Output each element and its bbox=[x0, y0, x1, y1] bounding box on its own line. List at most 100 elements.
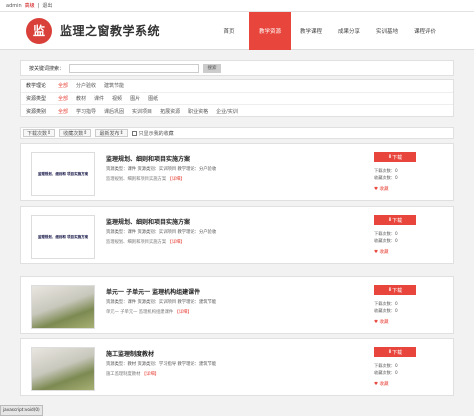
filter-option[interactable]: 教材 bbox=[76, 95, 86, 102]
download-label: 下载 bbox=[392, 217, 403, 224]
filter-option[interactable]: 图纸 bbox=[148, 95, 158, 102]
detail-link[interactable]: 【详细】 bbox=[168, 240, 185, 245]
sort-arrow-icon: ⇕ bbox=[83, 130, 88, 136]
download-count: 下载次数：0 bbox=[374, 301, 398, 306]
filter-option[interactable]: 全部 bbox=[58, 82, 68, 89]
favorite-label: 收藏 bbox=[379, 187, 389, 192]
only-favorites-label: 只显示我的收藏 bbox=[138, 130, 174, 137]
status-bar: javascript:void(0) bbox=[0, 405, 43, 416]
resource-summary-text: 施工监理制度教材 bbox=[106, 372, 141, 377]
filter-panel: 教学理论 全部 分户验收 建筑节能 资源类型 全部 教材 课件 视频 图片 图纸 资源类别 全部 学习指导… bbox=[20, 79, 454, 117]
main-nav: 首页 教学资源 教学课程 成果分享 实训基地 课程评价 bbox=[210, 12, 444, 50]
filter-option[interactable]: 企业/实训 bbox=[216, 108, 238, 115]
nav-item[interactable]: 实训基地 bbox=[368, 12, 406, 50]
download-count: 下载次数：0 bbox=[374, 363, 398, 368]
filter-option[interactable]: 职业资格 bbox=[188, 108, 208, 115]
download-label: 下载 bbox=[392, 287, 403, 294]
detail-link[interactable]: 【详细】 bbox=[142, 372, 159, 377]
resource-meta: 资源类型：课件 资源类别：实训项目 教学理论：分户验收 bbox=[106, 167, 217, 172]
sort-bar: 下载次数 ⇕ 收藏次数 ⇕ 最新发布 ⇕ 只显示我的收藏 bbox=[20, 127, 454, 139]
nav-item[interactable]: 课程评价 bbox=[406, 12, 444, 50]
nav-item[interactable]: 教学资源 bbox=[249, 12, 291, 50]
resource-title[interactable]: 单元一 子单元一 监理机构组建课件 bbox=[106, 287, 200, 296]
search-button[interactable]: 搜索 bbox=[203, 63, 222, 73]
favorite-label: 收藏 bbox=[379, 382, 389, 387]
resource-item: 施工监理制度教材 资源类型：教材 资源类别：学习指导 教学理论：建筑节能 施工监理制… bbox=[20, 338, 454, 396]
resource-meta: 资源类型：教材 资源类别：学习指导 教学理论：建筑节能 bbox=[106, 362, 217, 367]
resource-summary-text: 监理规划、细则和项目实施方案 bbox=[106, 177, 167, 182]
sort-label: 最新发布 bbox=[99, 130, 120, 137]
favorite-button[interactable]: ♥ 收藏 bbox=[374, 319, 388, 325]
only-favorites-filter[interactable]: 只显示我的收藏 bbox=[131, 130, 174, 137]
filter-option[interactable]: 课件 bbox=[94, 95, 104, 102]
download-button[interactable]: ⬇ 下载 bbox=[374, 152, 416, 162]
filter-option[interactable]: 建筑节能 bbox=[104, 82, 124, 89]
site-logo-icon[interactable]: 监 bbox=[26, 17, 52, 44]
resource-meta: 资源类型：课件 资源类别：实训项目 教学理论：建筑节能 bbox=[106, 300, 217, 305]
filter-label: 资源类别 bbox=[26, 108, 47, 115]
resource-summary: 单元一 子单元一 监理机构组建课件 【详细】 bbox=[106, 309, 192, 315]
sort-arrow-icon: ⇕ bbox=[119, 130, 124, 136]
filter-option[interactable]: 全部 bbox=[58, 108, 68, 115]
favorite-count: 收藏次数：0 bbox=[374, 174, 398, 180]
logout-link[interactable]: 退出 bbox=[42, 2, 52, 9]
resource-title[interactable]: 监理规划、细则和项目实施方案 bbox=[106, 154, 190, 163]
filter-option[interactable]: 课后巩固 bbox=[104, 108, 124, 115]
nav-item[interactable]: 成果分享 bbox=[330, 12, 368, 50]
resource-item: 监理规划、细则和 项目实施方案 监理规划、细则和项目实施方案 资源类型：课件 资源类… bbox=[20, 206, 454, 264]
filter-row: 教学理论 全部 分户验收 建筑节能 bbox=[21, 80, 453, 93]
search-label: 按关键词搜索： bbox=[29, 65, 65, 72]
favorite-button[interactable]: ♥ 收藏 bbox=[374, 249, 388, 255]
filter-label: 资源类型 bbox=[26, 95, 47, 102]
favorite-count: 收藏次数：0 bbox=[374, 369, 398, 375]
resource-thumbnail[interactable]: 监理规划、细则和 项目实施方案 bbox=[31, 152, 95, 196]
search-bar: 按关键词搜索： 搜索 bbox=[20, 60, 454, 76]
resource-item: 单元一 子单元一 监理机构组建课件资源类型：课件 资源类别：实训项目 教学理论：… bbox=[20, 276, 454, 334]
favorite-button[interactable]: ♥ 收藏 bbox=[374, 186, 388, 192]
favorite-label: 收藏 bbox=[379, 250, 389, 255]
resource-title[interactable]: 施工监理制度教材 bbox=[106, 349, 154, 358]
thumbnail-caption: 监理规划、细则和 项目实施方案 bbox=[37, 171, 89, 176]
favorite-count: 收藏次数：0 bbox=[374, 237, 398, 243]
detail-link[interactable]: 【详细】 bbox=[168, 177, 185, 182]
filter-label: 教学理论 bbox=[26, 83, 47, 90]
download-count: 下载次数：0 bbox=[374, 168, 398, 173]
sort-label: 收藏次数 bbox=[63, 130, 84, 137]
favorite-label: 收藏 bbox=[379, 320, 389, 325]
favorite-button[interactable]: ♥ 收藏 bbox=[374, 381, 388, 387]
header: 监 监理之窗教学系统 首页 教学资源 教学课程 成果分享 实训基地 课程评价 bbox=[0, 12, 474, 50]
checkbox-icon[interactable] bbox=[131, 130, 137, 136]
nav-item[interactable]: 教学课程 bbox=[292, 12, 330, 50]
resource-thumbnail[interactable] bbox=[31, 347, 95, 391]
filter-option[interactable]: 分户验收 bbox=[76, 82, 96, 89]
site-name: 监理之窗教学系统 bbox=[60, 24, 161, 38]
resource-summary: 监理规划、细则和项目实施方案 【详细】 bbox=[106, 176, 185, 182]
filter-option[interactable]: 学习指导 bbox=[76, 108, 96, 115]
filter-option[interactable]: 视频 bbox=[112, 95, 122, 102]
resource-summary-text: 单元一 子单元一 监理机构组建课件 bbox=[106, 310, 174, 315]
resource-title[interactable]: 监理规划、细则和项目实施方案 bbox=[106, 217, 190, 226]
thumbnail-caption: 监理规划、细则和 项目实施方案 bbox=[37, 234, 89, 239]
user-name[interactable]: admin bbox=[6, 3, 22, 9]
filter-option[interactable]: 图片 bbox=[130, 95, 140, 102]
resource-item: 监理规划、细则和 项目实施方案 监理规划、细则和项目实施方案 资源类型：课件 资源类… bbox=[20, 143, 454, 201]
resource-thumbnail[interactable]: 监理规划、细则和 项目实施方案 bbox=[31, 215, 95, 259]
sort-button[interactable]: 收藏次数 ⇕ bbox=[59, 129, 92, 137]
filter-option[interactable]: 拓展资源 bbox=[160, 108, 180, 115]
download-label: 下载 bbox=[392, 154, 403, 161]
filter-option[interactable]: 实训项目 bbox=[132, 108, 152, 115]
sort-arrow-icon: ⇕ bbox=[47, 130, 52, 136]
download-button[interactable]: ⬇ 下载 bbox=[374, 347, 416, 357]
filter-option[interactable]: 全部 bbox=[58, 95, 68, 102]
download-button[interactable]: ⬇ 下载 bbox=[374, 215, 416, 225]
sort-button[interactable]: 最新发布 ⇕ bbox=[95, 129, 128, 137]
search-input[interactable] bbox=[69, 63, 200, 73]
filter-row: 资源类型 全部 教材 课件 视频 图片 图纸 bbox=[21, 93, 453, 106]
detail-link[interactable]: 【详细】 bbox=[175, 310, 192, 315]
nav-item[interactable]: 首页 bbox=[210, 12, 248, 50]
resource-thumbnail[interactable] bbox=[31, 285, 95, 329]
download-button[interactable]: ⬇ 下载 bbox=[374, 285, 416, 295]
sort-button[interactable]: 下载次数 ⇕ bbox=[23, 129, 56, 137]
resource-summary: 施工监理制度教材 【详细】 bbox=[106, 371, 159, 377]
filter-row: 资源类别 全部 学习指导 课后巩固 实训项目 拓展资源 职业资格 企业/实训 bbox=[21, 105, 453, 118]
